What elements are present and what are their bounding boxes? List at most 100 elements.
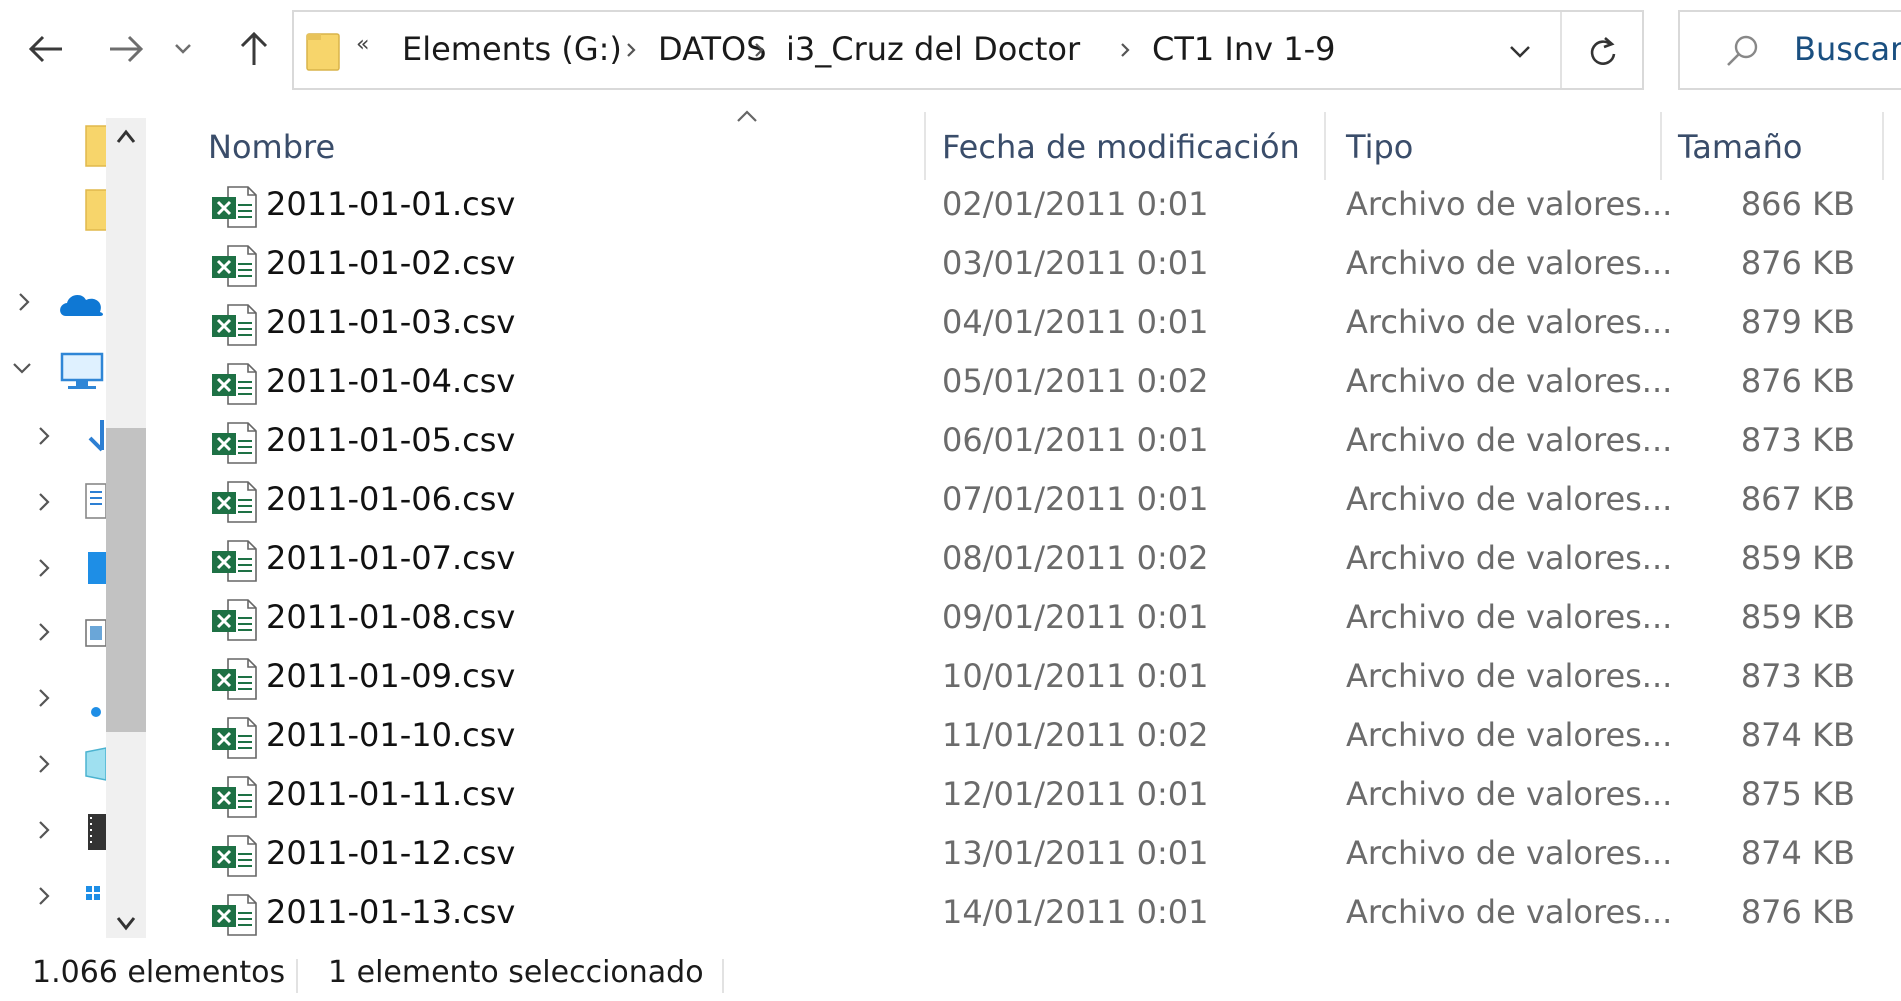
file-size: 876 KB (1740, 244, 1855, 282)
file-row[interactable]: 2011-01-09.csv 10/01/2011 0:01 Archivo de … (190, 649, 1901, 708)
search-icon (1727, 35, 1758, 66)
file-name[interactable]: 2011-01-11.csv (266, 775, 515, 813)
address-dropdown-button[interactable] (1492, 32, 1548, 72)
file-name[interactable]: 2011-01-13.csv (266, 893, 515, 931)
file-name[interactable]: 2011-01-06.csv (266, 480, 515, 518)
this-pc-icon[interactable] (58, 350, 106, 394)
file-name[interactable]: 2011-01-01.csv (266, 185, 515, 223)
file-row[interactable]: 2011-01-11.csv 12/01/2011 0:01 Archivo de … (190, 767, 1901, 826)
refresh-icon (1590, 37, 1616, 65)
file-size: 879 KB (1740, 303, 1855, 341)
folder-icon[interactable] (80, 124, 108, 168)
file-row[interactable]: 2011-01-12.csv 13/01/2011 0:01 Archivo de … (190, 826, 1901, 885)
breadcrumb-separator-icon (1121, 43, 1130, 57)
desktop-icon[interactable] (80, 548, 108, 592)
file-type: Archivo de valores... (1346, 539, 1673, 577)
expand-chevron-icon[interactable] (30, 554, 58, 582)
file-name[interactable]: 2011-01-07.csv (266, 539, 515, 577)
breadcrumb-drive[interactable]: Elements (G:) (402, 30, 622, 68)
file-name[interactable]: 2011-01-03.csv (266, 303, 515, 341)
search-input[interactable]: Buscar (1794, 30, 1901, 68)
pictures-icon[interactable] (80, 614, 108, 658)
forward-button[interactable] (98, 18, 154, 80)
breadcrumb-current-folder[interactable]: CT1 Inv 1-9 (1152, 30, 1336, 68)
scroll-up-arrow-icon[interactable] (112, 126, 140, 148)
status-bar: 1.066 elementos 1 elemento seleccionado (0, 945, 1901, 1001)
file-row[interactable]: 2011-01-02.csv 03/01/2011 0:01 Archivo de … (190, 236, 1901, 295)
file-row[interactable]: 2011-01-13.csv 14/01/2011 0:01 Archivo de … (190, 885, 1901, 943)
sort-ascending-icon (737, 110, 757, 122)
column-header-size[interactable]: Tamaño (1678, 128, 1803, 166)
file-name[interactable]: 2011-01-09.csv (266, 657, 515, 695)
excel-csv-file-icon (212, 245, 257, 287)
file-row[interactable]: 2011-01-08.csv 09/01/2011 0:01 Archivo de … (190, 590, 1901, 649)
file-type: Archivo de valores... (1346, 362, 1673, 400)
breadcrumb-cruz-del-doctor[interactable]: i3_Cruz del Doctor (786, 30, 1080, 68)
file-modified-date: 06/01/2011 0:01 (942, 421, 1209, 459)
item-count: 1.066 elementos (32, 955, 286, 990)
file-row[interactable]: 2011-01-10.csv 11/01/2011 0:02 Archivo de … (190, 708, 1901, 767)
excel-csv-file-icon (212, 422, 257, 464)
column-divider[interactable] (1882, 112, 1884, 180)
file-row[interactable]: 2011-01-07.csv 08/01/2011 0:02 Archivo de … (190, 531, 1901, 590)
excel-csv-file-icon (212, 717, 257, 759)
column-header-type[interactable]: Tipo (1346, 128, 1413, 166)
3d-objects-icon[interactable] (80, 744, 108, 788)
status-divider (722, 959, 724, 993)
chevron-down-icon (1510, 46, 1530, 58)
documents-icon[interactable] (80, 480, 108, 524)
back-button[interactable] (18, 18, 74, 80)
file-name[interactable]: 2011-01-10.csv (266, 716, 515, 754)
file-modified-date: 07/01/2011 0:01 (942, 480, 1209, 518)
expand-chevron-icon[interactable] (10, 288, 38, 316)
excel-csv-file-icon (212, 835, 257, 877)
column-divider[interactable] (924, 112, 926, 180)
excel-csv-file-icon (212, 481, 257, 523)
file-size: 876 KB (1740, 362, 1855, 400)
file-row[interactable]: 2011-01-05.csv 06/01/2011 0:01 Archivo de … (190, 413, 1901, 472)
file-name[interactable]: 2011-01-12.csv (266, 834, 515, 872)
local-disk-icon[interactable] (80, 878, 108, 922)
column-divider[interactable] (1660, 112, 1662, 180)
file-name[interactable]: 2011-01-05.csv (266, 421, 515, 459)
collapse-chevron-icon[interactable] (8, 354, 36, 382)
file-size: 874 KB (1740, 716, 1855, 754)
address-overflow[interactable]: « (356, 32, 369, 57)
file-name[interactable]: 2011-01-04.csv (266, 362, 515, 400)
address-bar[interactable]: « Elements (G:) DATOS i3_Cruz del Doctor… (292, 10, 1644, 90)
expand-chevron-icon[interactable] (30, 618, 58, 646)
file-type: Archivo de valores... (1346, 775, 1673, 813)
expand-chevron-icon[interactable] (30, 882, 58, 910)
search-box[interactable]: Buscar (1678, 10, 1901, 90)
expand-chevron-icon[interactable] (30, 816, 58, 844)
arrow-up-icon (240, 31, 268, 65)
file-row[interactable]: 2011-01-03.csv 04/01/2011 0:01 Archivo de … (190, 295, 1901, 354)
column-header-name[interactable]: Nombre (208, 128, 335, 166)
file-row[interactable]: 2011-01-01.csv 02/01/2011 0:01 Archivo de … (190, 177, 1901, 236)
refresh-button[interactable] (1564, 26, 1642, 76)
recent-locations-button[interactable] (168, 18, 198, 80)
folder-icon[interactable] (80, 188, 108, 232)
excel-csv-file-icon (212, 186, 257, 228)
column-divider[interactable] (1324, 112, 1326, 180)
file-modified-date: 09/01/2011 0:01 (942, 598, 1209, 636)
up-button[interactable] (226, 18, 282, 80)
videos-icon[interactable] (80, 810, 108, 854)
onedrive-cloud-icon[interactable] (58, 282, 106, 326)
file-row[interactable]: 2011-01-06.csv 07/01/2011 0:01 Archivo de … (190, 472, 1901, 531)
arrow-right-icon (110, 35, 144, 63)
music-icon[interactable] (80, 680, 108, 724)
expand-chevron-icon[interactable] (30, 488, 58, 516)
column-header-date[interactable]: Fecha de modificación (942, 128, 1300, 166)
downloads-icon[interactable] (80, 416, 108, 460)
expand-chevron-icon[interactable] (30, 750, 58, 778)
file-name[interactable]: 2011-01-08.csv (266, 598, 515, 636)
file-name[interactable]: 2011-01-02.csv (266, 244, 515, 282)
navigation-scrollbar-thumb[interactable] (106, 428, 146, 732)
scroll-down-arrow-icon[interactable] (112, 912, 140, 934)
excel-csv-file-icon (212, 363, 257, 405)
file-row[interactable]: 2011-01-04.csv 05/01/2011 0:02 Archivo de … (190, 354, 1901, 413)
expand-chevron-icon[interactable] (30, 684, 58, 712)
selection-count: 1 elemento seleccionado (328, 955, 704, 990)
expand-chevron-icon[interactable] (30, 422, 58, 450)
